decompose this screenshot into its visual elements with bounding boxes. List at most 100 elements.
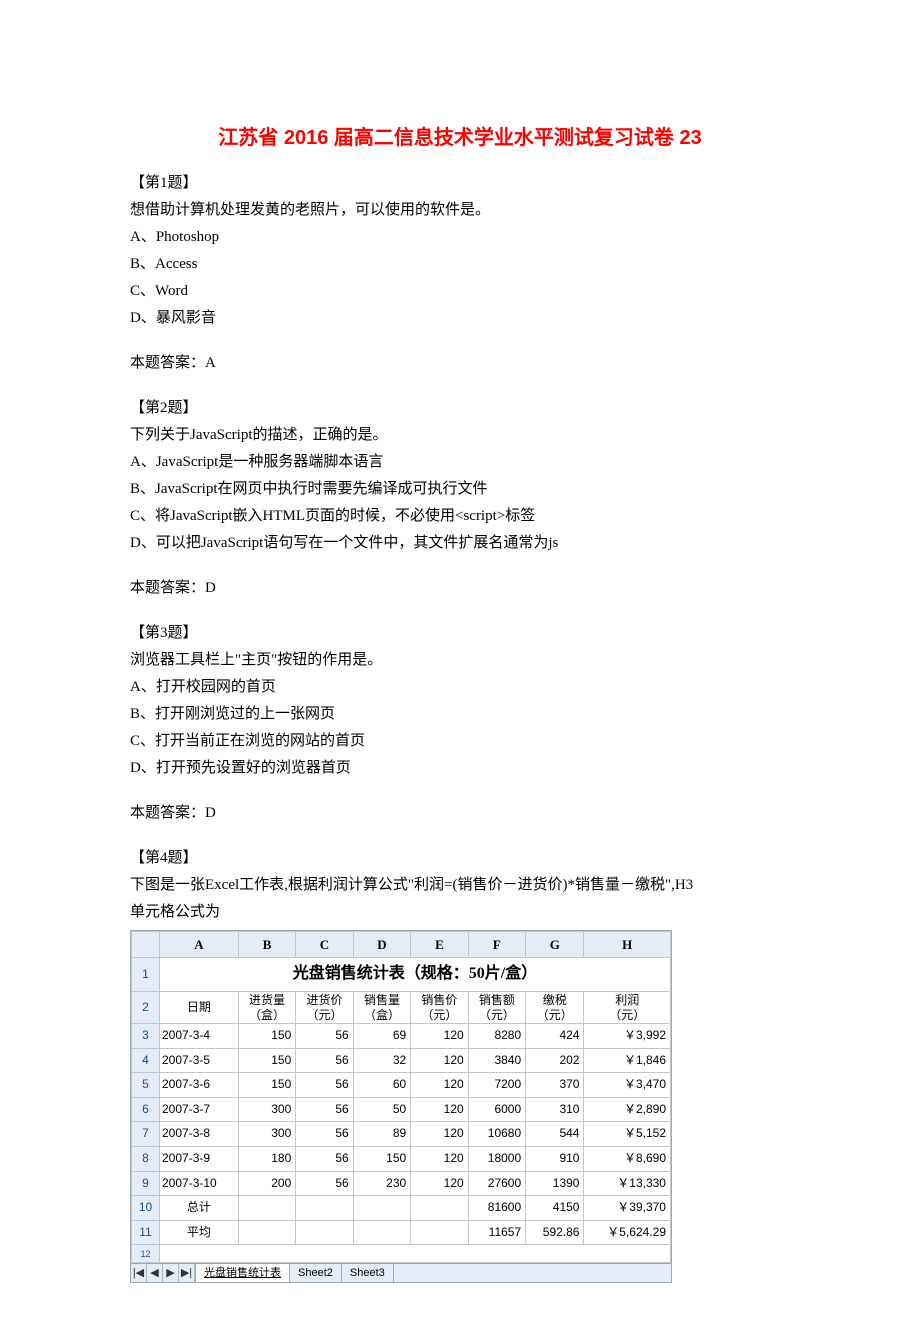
cell-sell-price: 120: [411, 1097, 468, 1122]
document-page: 江苏省 2016 届高二信息技术学业水平测试复习试卷 23 【第1题】 想借助计…: [0, 0, 920, 1323]
cell-avg-label: 平均: [160, 1220, 239, 1245]
cell: [238, 1220, 295, 1245]
cell-sell-qty: 89: [353, 1122, 410, 1147]
cell-tax: 424: [526, 1023, 584, 1048]
q3-option-b: B、打开刚浏览过的上一张网页: [130, 701, 790, 728]
row-num: 9: [132, 1171, 160, 1196]
cell-avg-tax: 592.86: [526, 1220, 584, 1245]
excel-column-header-row: A B C D E F G H: [132, 932, 671, 958]
cell-sell-qty: 60: [353, 1073, 410, 1098]
cell-date: 2007-3-7: [160, 1097, 239, 1122]
cell-revenue: 6000: [468, 1097, 525, 1122]
cell-avg-profit: ￥5,624.29: [584, 1220, 671, 1245]
col-H: H: [584, 932, 671, 958]
cell-sell-price: 120: [411, 1023, 468, 1048]
cell-profit: ￥5,152: [584, 1122, 671, 1147]
sheet-tab-3[interactable]: Sheet3: [342, 1264, 394, 1282]
sheet-tab-bar: |◀ ◀ ▶ ▶| 光盘销售统计表 Sheet2 Sheet3: [131, 1263, 671, 1282]
cell-total-label: 总计: [160, 1196, 239, 1221]
q2-option-b: B、JavaScript在网页中执行时需要先编译成可执行文件: [130, 476, 790, 503]
q4-stem-line2: 单元格公式为: [130, 899, 790, 926]
cell-revenue: 18000: [468, 1146, 525, 1171]
cell-total-profit: ￥39,370: [584, 1196, 671, 1221]
q1-option-c: C、Word: [130, 278, 790, 305]
q3-stem: 浏览器工具栏上"主页"按钮的作用是。: [130, 647, 790, 674]
cell-avg-revenue: 11657: [468, 1220, 525, 1245]
col-C: C: [296, 932, 353, 958]
q3-option-d: D、打开预先设置好的浏览器首页: [130, 755, 790, 782]
cell: [296, 1196, 353, 1221]
nav-prev-icon[interactable]: ◀: [147, 1264, 163, 1282]
cell-profit: ￥3,992: [584, 1023, 671, 1048]
row-num: 8: [132, 1146, 160, 1171]
cell-date: 2007-3-10: [160, 1171, 239, 1196]
q1-option-d: D、暴风影音: [130, 305, 790, 332]
nav-first-icon[interactable]: |◀: [131, 1264, 147, 1282]
cell-tax: 370: [526, 1073, 584, 1098]
q1-stem: 想借助计算机处理发黄的老照片，可以使用的软件是。: [130, 197, 790, 224]
cell-tax: 310: [526, 1097, 584, 1122]
cell-date: 2007-3-6: [160, 1073, 239, 1098]
cell-buy-price: 56: [296, 1171, 353, 1196]
hdr-tax: 缴税（元）: [526, 992, 584, 1024]
cell-buy-price: 56: [296, 1048, 353, 1073]
row-num: 5: [132, 1073, 160, 1098]
cell: [238, 1196, 295, 1221]
cell-revenue: 27600: [468, 1171, 525, 1196]
col-F: F: [468, 932, 525, 958]
q1-option-a: A、Photoshop: [130, 224, 790, 251]
cell-profit: ￥1,846: [584, 1048, 671, 1073]
hdr-sell-price: 销售价（元）: [411, 992, 468, 1024]
hdr-revenue: 销售额（元）: [468, 992, 525, 1024]
cell-revenue: 10680: [468, 1122, 525, 1147]
row-num-12: 12: [132, 1245, 160, 1263]
col-A: A: [160, 932, 239, 958]
row-num: 7: [132, 1122, 160, 1147]
cell-sell-qty: 50: [353, 1097, 410, 1122]
cell-date: 2007-3-9: [160, 1146, 239, 1171]
row-num-2: 2: [132, 992, 160, 1024]
table-row: 62007-3-730056501206000310￥2,890: [132, 1097, 671, 1122]
q2-answer: 本题答案：D: [130, 575, 790, 602]
q2-option-d: D、可以把JavaScript语句写在一个文件中，其文件扩展名通常为js: [130, 530, 790, 557]
col-E: E: [411, 932, 468, 958]
cell-buy-qty: 180: [238, 1146, 295, 1171]
cell-tax: 910: [526, 1146, 584, 1171]
q3-answer: 本题答案：D: [130, 800, 790, 827]
sheet-tab-active[interactable]: 光盘销售统计表: [196, 1264, 290, 1282]
sheet-tab-2[interactable]: Sheet2: [290, 1264, 342, 1282]
cell-date: 2007-3-4: [160, 1023, 239, 1048]
table-row: 72007-3-8300568912010680544￥5,152: [132, 1122, 671, 1147]
cell: [353, 1196, 410, 1221]
document-title: 江苏省 2016 届高二信息技术学业水平测试复习试卷 23: [130, 120, 790, 156]
q1-label: 【第1题】: [130, 170, 790, 197]
cell-sell-price: 120: [411, 1073, 468, 1098]
cell-buy-qty: 150: [238, 1073, 295, 1098]
row-num: 3: [132, 1023, 160, 1048]
cell-revenue: 7200: [468, 1073, 525, 1098]
nav-next-icon[interactable]: ▶: [163, 1264, 179, 1282]
cell: [411, 1196, 468, 1221]
table-row: 52007-3-615056601207200370￥3,470: [132, 1073, 671, 1098]
cell-sell-price: 120: [411, 1048, 468, 1073]
q3-option-c: C、打开当前正在浏览的网站的首页: [130, 728, 790, 755]
cell-tax: 1390: [526, 1171, 584, 1196]
col-D: D: [353, 932, 410, 958]
excel-row-avg: 11 平均 11657 592.86 ￥5,624.29: [132, 1220, 671, 1245]
hdr-date: 日期: [160, 992, 239, 1024]
cell-buy-price: 56: [296, 1073, 353, 1098]
cell-buy-qty: 150: [238, 1048, 295, 1073]
cell-buy-qty: 300: [238, 1122, 295, 1147]
q1-answer: 本题答案：A: [130, 350, 790, 377]
cell-sell-price: 120: [411, 1171, 468, 1196]
nav-last-icon[interactable]: ▶|: [179, 1264, 195, 1282]
q4-label: 【第4题】: [130, 845, 790, 872]
cell-buy-qty: 150: [238, 1023, 295, 1048]
cell-total-revenue: 81600: [468, 1196, 525, 1221]
cell-total-tax: 4150: [526, 1196, 584, 1221]
cell-tax: 544: [526, 1122, 584, 1147]
q1-option-b: B、Access: [130, 251, 790, 278]
cell-buy-price: 56: [296, 1097, 353, 1122]
col-B: B: [238, 932, 295, 958]
q4-stem-line1: 下图是一张Excel工作表,根据利润计算公式"利润=(销售价－进货价)*销售量－…: [130, 872, 790, 899]
